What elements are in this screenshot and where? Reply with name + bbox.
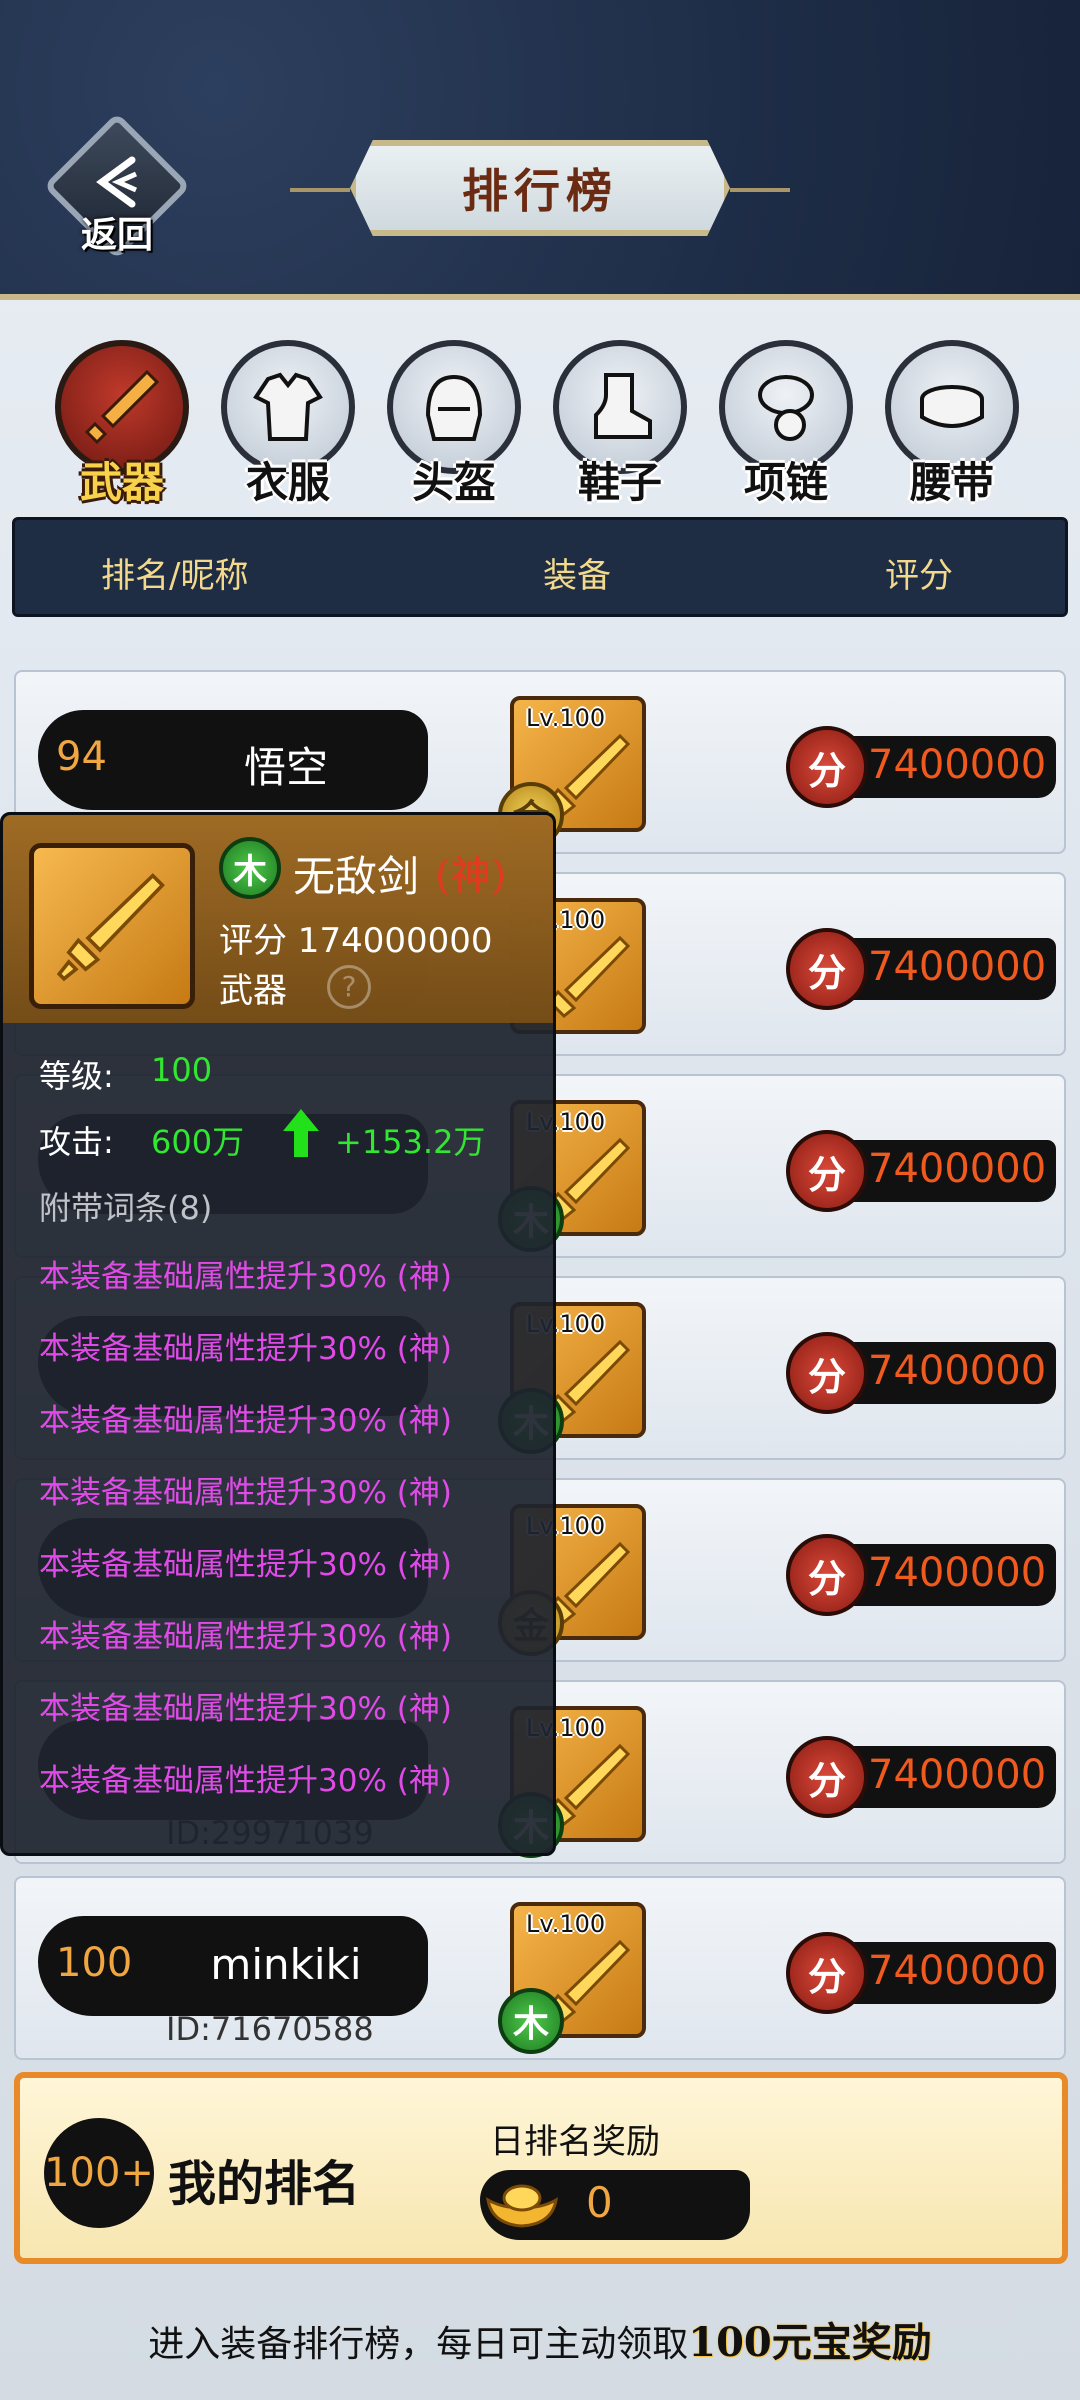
tooltip-attack-label: 攻击: xyxy=(39,1123,114,1161)
gold-ingot-icon xyxy=(485,2184,559,2228)
tooltip-attack-bonus: +153.2万 xyxy=(335,1123,486,1161)
arrow-up-icon xyxy=(283,1109,319,1157)
tooltip-item-icon xyxy=(29,843,195,1009)
title-ornament-left xyxy=(290,188,350,192)
score-value: 7400000 xyxy=(868,1948,1047,1994)
element-badge: 木 xyxy=(498,1988,564,2054)
my-rank-number: 100+ xyxy=(44,2118,154,2228)
footer-tip-text: 进入装备排行榜，每日可主动领取 xyxy=(148,2324,689,2365)
tooltip-affix-title: 附带词条(8) xyxy=(39,1189,213,1227)
page-title: 排行榜 xyxy=(462,164,618,218)
ranking-column-header: 排名/昵称 装备 评分 xyxy=(12,517,1068,617)
daily-reward-label: 日排名奖励 xyxy=(490,2122,660,2162)
daily-reward-value: 0 xyxy=(586,2178,613,2227)
helmet-icon xyxy=(425,374,483,441)
tab-belt-label: 腰带 xyxy=(909,458,994,507)
tooltip-affix: 本装备基础属性提升30% (神) xyxy=(39,1475,452,1511)
necklace-icon xyxy=(758,375,814,441)
score-icon: 分 xyxy=(786,1736,868,1818)
tab-belt[interactable]: 腰带 xyxy=(882,340,1022,510)
score-icon: 分 xyxy=(786,1332,868,1414)
score-value: 7400000 xyxy=(868,742,1047,788)
tab-helmet[interactable]: 头盔 xyxy=(384,340,524,510)
tab-clothes[interactable]: 衣服 xyxy=(218,340,358,510)
tab-helmet-label: 头盔 xyxy=(411,458,496,507)
help-icon[interactable]: ? xyxy=(327,965,371,1009)
score-icon: 分 xyxy=(786,928,868,1010)
tab-necklace[interactable]: 项链 xyxy=(716,340,856,510)
my-rank-panel: 100+ 我的排名 日排名奖励 0 xyxy=(14,2072,1068,2264)
score-value: 7400000 xyxy=(868,1146,1047,1192)
column-score: 评分 xyxy=(885,556,953,596)
belt-icon xyxy=(920,385,984,428)
title-ornament-right xyxy=(730,188,790,192)
tooltip-header: 木 无敌剑 (神) 评分 174000000 武器 ? xyxy=(3,815,553,1023)
tooltip-item-name: 无敌剑 xyxy=(293,852,420,901)
score-value: 7400000 xyxy=(868,1348,1047,1394)
back-label: 返回 xyxy=(80,214,153,256)
tab-shoes[interactable]: 鞋子 xyxy=(550,340,690,510)
my-rank-title: 我的排名 xyxy=(168,2156,361,2212)
tab-necklace-label: 项链 xyxy=(743,458,828,507)
boot-icon xyxy=(594,373,652,439)
tooltip-affix: 本装备基础属性提升30% (神) xyxy=(39,1619,452,1655)
score-value: 7400000 xyxy=(868,944,1047,990)
score-value: 7400000 xyxy=(868,1752,1047,1798)
category-tabs: 武器 衣服 头盔 鞋子 项链 腰带 xyxy=(52,340,1032,510)
tooltip-affix: 本装备基础属性提升30% (神) xyxy=(39,1259,452,1295)
tab-weapon-label: 武器 xyxy=(79,458,164,507)
score-icon: 分 xyxy=(786,1932,868,2014)
player-id: ID:71670588 xyxy=(166,2010,374,2048)
header-bar: 返回 排行榜 xyxy=(0,0,1080,300)
score-icon: 分 xyxy=(786,1130,868,1212)
tooltip-affix: 本装备基础属性提升30% (神) xyxy=(39,1691,452,1727)
player-name: 悟空 xyxy=(243,743,328,792)
item-tooltip[interactable]: 木 无敌剑 (神) 评分 174000000 武器 ? 等级: 100 攻击: … xyxy=(0,812,556,1856)
tooltip-level-label: 等级: xyxy=(39,1057,114,1095)
tooltip-attack-value: 600万 xyxy=(151,1123,245,1161)
robe-icon xyxy=(253,372,323,441)
back-arrow-icon xyxy=(96,156,138,208)
rank-number: 100 xyxy=(56,1940,133,1986)
tooltip-element-badge: 木 xyxy=(219,837,281,899)
player-name: minkiki xyxy=(210,1940,362,1989)
tooltip-level-value: 100 xyxy=(151,1051,213,1089)
tab-clothes-label: 衣服 xyxy=(245,458,330,507)
tooltip-affix: 本装备基础属性提升30% (神) xyxy=(39,1331,452,1367)
score-icon: 分 xyxy=(786,726,868,808)
column-rank-name: 排名/昵称 xyxy=(101,556,249,596)
table-row[interactable]: 100 minkiki ID:71670588 Lv.100 木 分 74000… xyxy=(14,1876,1066,2060)
tooltip-item-type: 武器 xyxy=(219,971,287,1011)
tooltip-item-tier: (神) xyxy=(435,853,507,899)
sword-icon xyxy=(84,369,160,445)
footer-tip: 进入装备排行榜，每日可主动领取100元宝奖励 xyxy=(0,2310,1080,2368)
column-equipment: 装备 xyxy=(543,556,611,596)
sword-icon xyxy=(56,873,165,982)
tab-weapon[interactable]: 武器 xyxy=(52,340,192,510)
back-button[interactable]: 返回 xyxy=(42,112,192,262)
score-icon: 分 xyxy=(786,1534,868,1616)
footer-tip-highlight: 100元宝奖励 xyxy=(688,2319,932,2366)
tooltip-item-score: 评分 174000000 xyxy=(219,921,493,961)
tab-shoes-label: 鞋子 xyxy=(577,458,662,507)
title-plate: 排行榜 xyxy=(350,140,730,236)
tooltip-affix: 本装备基础属性提升30% (神) xyxy=(39,1403,452,1439)
score-value: 7400000 xyxy=(868,1550,1047,1596)
rank-number: 94 xyxy=(56,734,107,780)
tooltip-affix: 本装备基础属性提升30% (神) xyxy=(39,1763,452,1799)
tooltip-affix: 本装备基础属性提升30% (神) xyxy=(39,1547,452,1583)
